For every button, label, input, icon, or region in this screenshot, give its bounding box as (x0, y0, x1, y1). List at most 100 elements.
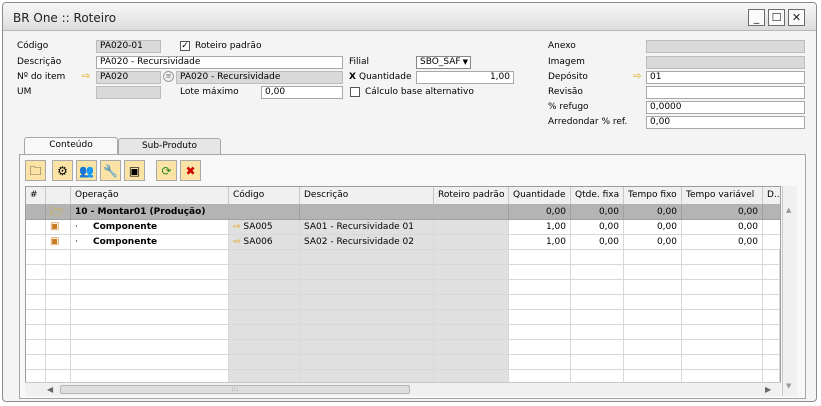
empty-cell (763, 265, 780, 280)
users-icon[interactable]: 👥 (76, 160, 97, 181)
title-bar[interactable]: BR One :: Roteiro _ ☐ ✕ (3, 3, 816, 31)
row-bullet: · (71, 220, 83, 235)
col-header-quantidade[interactable]: Quantidade (509, 187, 571, 205)
col-header-codigo[interactable]: Código (229, 187, 300, 205)
group-quantidade: 0,00 (509, 205, 571, 220)
col-header-operacao[interactable]: Operação (71, 187, 229, 205)
delete-icon[interactable]: ✖ (180, 160, 201, 181)
col-header-roteiro-padrao[interactable]: Roteiro padrão (434, 187, 509, 205)
item-description-field[interactable]: PA020 - Recursividade (176, 71, 343, 84)
empty-cell (300, 310, 434, 325)
empty-cell (624, 280, 682, 295)
tab-sub-produto[interactable]: Sub-Produto (118, 138, 221, 154)
empty-cell (71, 325, 229, 340)
table-row-group[interactable]: 🗁 10 - Montar01 (Produção) 0,00 0,00 0,0… (26, 205, 780, 220)
empty-cell (300, 340, 434, 355)
refresh-icon[interactable]: ⟳ (156, 160, 177, 181)
empty-cell (509, 310, 571, 325)
row-qtde-fixa[interactable]: 0,00 (571, 235, 624, 250)
deposito-link-arrow-icon[interactable]: ⇨ (633, 72, 641, 82)
folder-icon[interactable]: 🗀 (25, 160, 46, 181)
col-header-icon[interactable] (46, 187, 71, 205)
group-qtde-fixa: 0,00 (571, 205, 624, 220)
close-button[interactable]: ✕ (788, 9, 805, 26)
revisao-field[interactable] (646, 86, 805, 99)
item-link-arrow-icon[interactable]: ⇨ (82, 72, 90, 82)
vertical-scrollbar[interactable]: ▲ ▼ (782, 186, 797, 396)
wrench-icon[interactable]: 🔧 (100, 160, 121, 181)
empty-cell (229, 295, 300, 310)
row-codigo-cell[interactable]: ⇨ SA005 (229, 220, 300, 235)
quantidade-label: Quantidade (359, 72, 412, 82)
link-arrow-icon[interactable]: ⇨ (233, 237, 241, 247)
empty-cell (71, 250, 229, 265)
horizontal-scrollbar[interactable]: ◀ ::: ▶ (25, 382, 781, 396)
table-row[interactable]: ▣ · Componente ⇨ SA005 SA01 - Recursivid… (26, 220, 780, 235)
um-label: UM (17, 87, 32, 97)
empty-cell (229, 325, 300, 340)
scroll-up-arrow-icon[interactable]: ▲ (786, 206, 791, 214)
descricao-field[interactable]: PA020 - Recursividade (96, 56, 343, 69)
deposito-field[interactable]: 01 (646, 71, 805, 84)
row-tempo-fixo[interactable]: 0,00 (624, 235, 682, 250)
empty-cell (300, 265, 434, 280)
empty-cell (509, 325, 571, 340)
col-header-descricao[interactable]: Descrição (300, 187, 434, 205)
lote-maximo-field[interactable]: 0,00 (261, 86, 343, 99)
refugo-label: % refugo (548, 102, 589, 112)
um-field[interactable] (96, 86, 161, 99)
col-header-tempo-variavel[interactable]: Tempo variável (682, 187, 763, 205)
roteiro-padrao-label: Roteiro padrão (195, 41, 262, 51)
col-header-d[interactable]: D.. (763, 187, 780, 205)
scroll-down-arrow-icon[interactable]: ▼ (786, 382, 791, 390)
empty-cell (682, 325, 763, 340)
item-code-field[interactable]: PA020 (96, 71, 161, 84)
item-label: Nº do item (17, 72, 66, 82)
row-tempo-fixo[interactable]: 0,00 (624, 220, 682, 235)
row-tempo-variavel[interactable]: 0,00 (682, 220, 763, 235)
minimize-button[interactable]: _ (748, 9, 765, 26)
arredondar-field[interactable]: 0,00 (646, 116, 805, 129)
tab-conteudo[interactable]: Conteúdo (24, 137, 118, 154)
refugo-field[interactable]: 0,0000 (646, 101, 805, 114)
codigo-field[interactable]: PA020-01 (96, 40, 161, 53)
empty-cell (26, 280, 46, 295)
empty-cell (509, 265, 571, 280)
row-tempo-variavel[interactable]: 0,00 (682, 235, 763, 250)
imagem-field[interactable] (646, 56, 805, 69)
gear-icon[interactable]: ⚙ (52, 160, 73, 181)
col-header-number[interactable]: # (26, 187, 46, 205)
col-header-qtde-fixa[interactable]: Qtde. fixa (571, 187, 624, 205)
empty-cell (682, 355, 763, 370)
roteiro-padrao-checkbox[interactable]: ✓ (180, 41, 190, 51)
row-codigo-cell[interactable]: ⇨ SA006 (229, 235, 300, 250)
row-quantidade[interactable]: 1,00 (509, 220, 571, 235)
link-arrow-icon[interactable]: ⇨ (233, 222, 241, 232)
scroll-right-arrow-icon[interactable]: ▶ (765, 385, 771, 394)
dropdown-arrow-icon[interactable]: ▼ (463, 57, 468, 68)
empty-cell (571, 310, 624, 325)
calculo-label: Cálculo base alternativo (365, 87, 474, 97)
empty-cell (26, 250, 46, 265)
horizontal-scroll-thumb[interactable]: ::: (60, 385, 410, 394)
calculo-checkbox[interactable] (350, 87, 360, 97)
filial-select[interactable]: SBO_SAF ▼ (416, 56, 471, 69)
quantidade-required-mark: X (349, 72, 356, 82)
table-row[interactable]: ▣ · Componente ⇨ SA006 SA02 - Recursivid… (26, 235, 780, 250)
empty-cell (46, 295, 71, 310)
row-quantidade[interactable]: 1,00 (509, 235, 571, 250)
quantidade-field[interactable]: 1,00 (416, 71, 514, 84)
scroll-left-arrow-icon[interactable]: ◀ (47, 385, 53, 394)
empty-cell (46, 325, 71, 340)
empty-cell (682, 310, 763, 325)
col-header-tempo-fixo[interactable]: Tempo fixo (624, 187, 682, 205)
empty-cell (71, 355, 229, 370)
maximize-button[interactable]: ☐ (768, 9, 785, 26)
empty-cell (46, 250, 71, 265)
group-empty-cell (300, 205, 509, 220)
row-qtde-fixa[interactable]: 0,00 (571, 220, 624, 235)
window-title: BR One :: Roteiro (13, 11, 117, 25)
anexo-field[interactable] (646, 40, 805, 53)
cubes-icon[interactable]: ▣ (124, 160, 145, 181)
item-choose-list-icon[interactable]: ≡ (163, 71, 174, 82)
